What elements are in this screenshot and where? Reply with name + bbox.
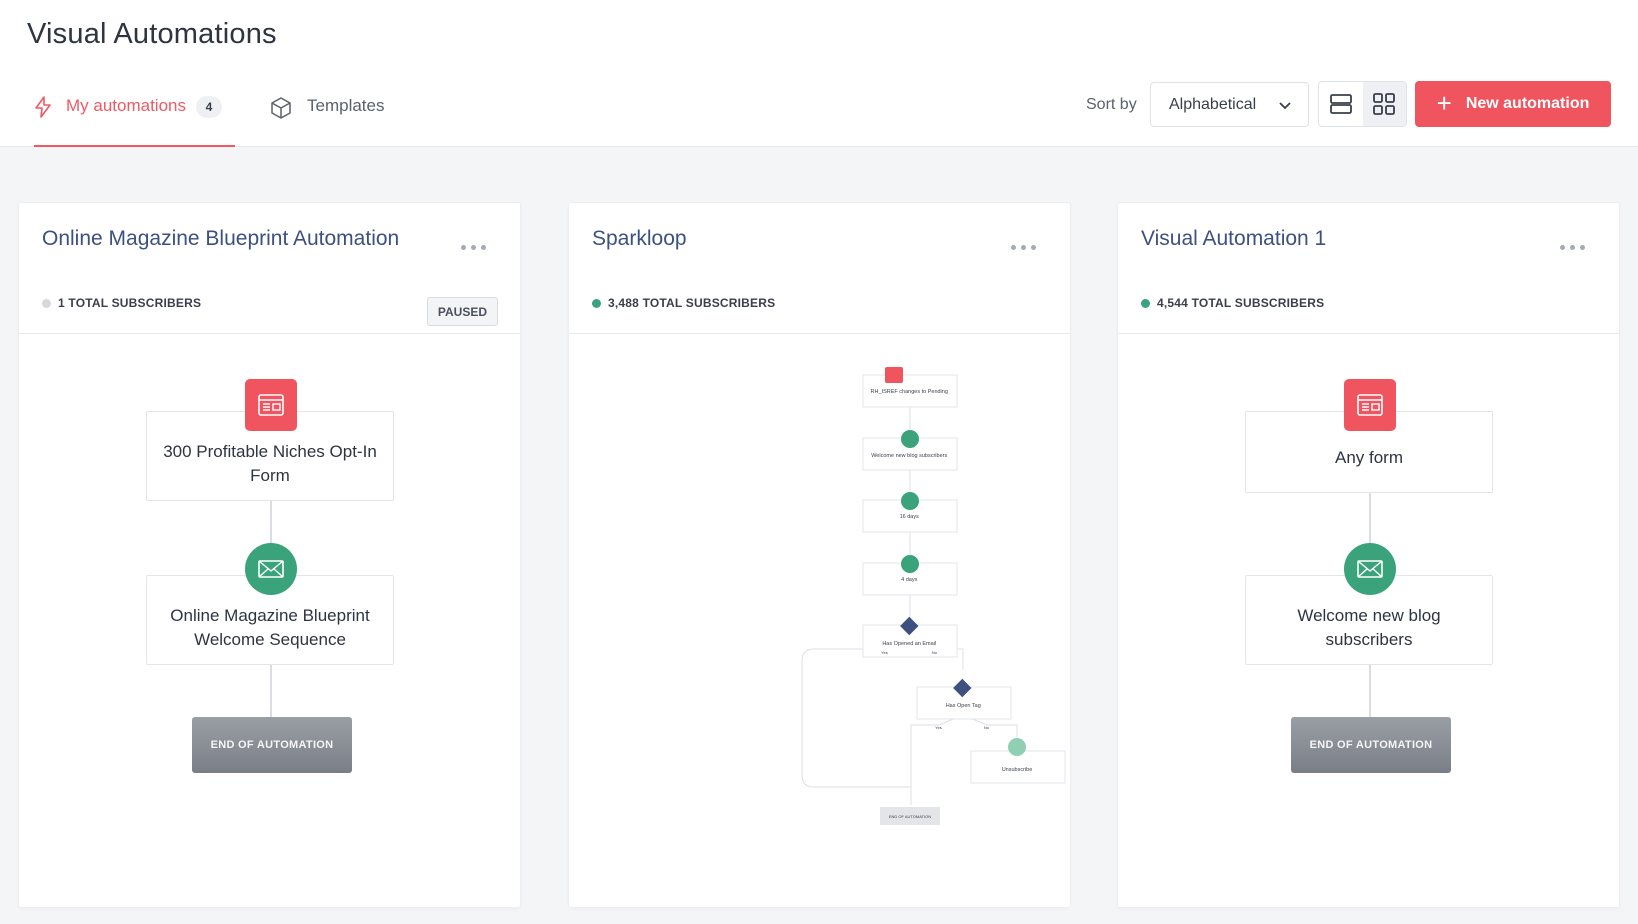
envelope-icon <box>245 543 297 595</box>
tab-count-badge: 4 <box>196 96 222 118</box>
form-icon <box>1344 379 1396 431</box>
list-view-button[interactable] <box>1319 82 1363 126</box>
end-of-automation: END OF AUTOMATION <box>1291 717 1451 773</box>
envelope-icon <box>901 430 919 448</box>
subscriber-count: 3,488 TOTAL SUBSCRIBERS <box>592 296 775 310</box>
flow-node-label: 4 days <box>901 577 917 583</box>
status-dot <box>1141 298 1150 308</box>
box-icon <box>271 97 291 119</box>
plus-icon: + <box>1436 87 1452 118</box>
end-label: END OF AUTOMATION <box>889 814 931 819</box>
more-options-icon[interactable] <box>1560 245 1585 250</box>
flow-node-label: 16 days <box>900 514 920 520</box>
flow-node-label: Welcome new blog subscribers <box>871 453 947 459</box>
flow-node-label: Unsubscribe <box>1002 767 1033 773</box>
more-options-icon[interactable] <box>461 245 486 250</box>
branch-label: Yes <box>881 650 888 655</box>
svg-text:Yes No Yes N: Yes No Yes No END OF AUTOMATION <box>881 650 990 819</box>
lightning-icon <box>35 96 51 118</box>
sort-value: Alphabetical <box>1169 95 1257 113</box>
card-header: Sparkloop 3,488 TOTAL SUBSCRIBERS <box>569 203 1070 334</box>
card-title[interactable]: Online Magazine Blueprint Automation <box>42 227 399 251</box>
sort-label: Sort by <box>1086 96 1137 113</box>
grid-view-button[interactable] <box>1362 82 1406 126</box>
unsubscribe-icon <box>1008 738 1026 756</box>
status-badge: PAUSED <box>426 297 498 326</box>
automation-card[interactable]: Sparkloop 3,488 TOTAL SUBSCRIBERS RH_ISR… <box>568 202 1071 908</box>
branch-label: Yes <box>935 725 942 730</box>
branch-label: No <box>984 725 990 730</box>
page-title: Visual Automations <box>27 18 277 50</box>
list-view-icon <box>1329 94 1352 114</box>
form-icon <box>245 379 297 431</box>
subscriber-count: 1 TOTAL SUBSCRIBERS <box>42 296 201 310</box>
automation-flow-preview[interactable]: RH_ISREF changes to Pending Welcome new … <box>569 335 1070 905</box>
flow-node-label: RH_ISREF changes to Pending <box>871 389 948 395</box>
status-dot <box>592 298 601 308</box>
status-dot <box>42 298 51 308</box>
envelope-icon <box>1344 543 1396 595</box>
card-title[interactable]: Visual Automation 1 <box>1141 227 1326 251</box>
new-automation-label: New automation <box>1465 95 1590 112</box>
sort-select[interactable]: Alphabetical <box>1150 82 1309 127</box>
page-header: Visual Automations My automations 4 Temp… <box>0 0 1638 147</box>
automation-card[interactable]: Visual Automation 1 4,544 TOTAL SUBSCRIB… <box>1117 202 1620 908</box>
card-header: Visual Automation 1 4,544 TOTAL SUBSCRIB… <box>1118 203 1619 334</box>
card-title[interactable]: Sparkloop <box>592 227 687 251</box>
tab-label: Templates <box>307 96 385 115</box>
tab-my-automations[interactable]: My automations 4 <box>34 86 235 147</box>
branch-label: No <box>932 650 938 655</box>
view-toggle <box>1318 81 1407 127</box>
tab-label: My automations <box>66 96 186 115</box>
more-options-icon[interactable] <box>1011 245 1036 250</box>
flow-node-label: Has Open Tag <box>946 703 981 709</box>
clock-icon <box>901 492 919 510</box>
automation-card[interactable]: Online Magazine Blueprint Automation 1 T… <box>18 202 521 908</box>
clock-icon <box>901 555 919 573</box>
flow-node-label: Has Opened an Email <box>882 641 936 647</box>
tag-icon <box>885 367 903 383</box>
subscriber-count: 4,544 TOTAL SUBSCRIBERS <box>1141 296 1324 310</box>
new-automation-button[interactable]: + New automation <box>1415 81 1611 127</box>
card-header: Online Magazine Blueprint Automation 1 T… <box>19 203 520 334</box>
end-of-automation: END OF AUTOMATION <box>192 717 352 773</box>
grid-view-icon <box>1373 93 1396 115</box>
chevron-down-icon <box>1279 102 1291 110</box>
tab-templates[interactable]: Templates <box>269 86 384 146</box>
